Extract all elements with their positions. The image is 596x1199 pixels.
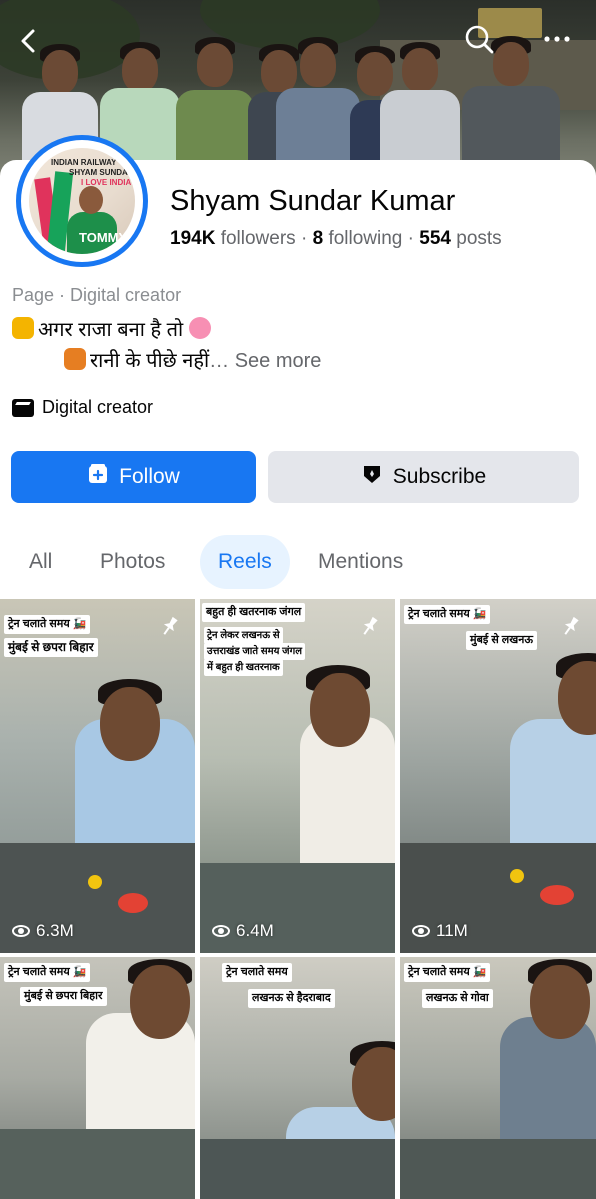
tab-mentions[interactable]: Mentions (300, 535, 421, 589)
reel-tile[interactable]: ट्रेन चलाते समय 🚂 मुंबई से छपरा बिहार (0, 957, 195, 1199)
posts-label: posts (456, 228, 502, 249)
see-more-link[interactable]: … See more (209, 350, 321, 372)
shrug-emoji-icon (64, 348, 86, 370)
follow-button[interactable]: Follow (11, 451, 256, 503)
tab-all[interactable]: All (11, 535, 70, 589)
clapperboard-icon (12, 398, 34, 417)
follow-plus-icon (87, 463, 109, 491)
reel-caption: ट्रेन चलाते समय 🚂 (404, 605, 491, 624)
avatar-person-head (79, 186, 103, 214)
reel-tile[interactable]: ट्रेन चलाते समय लखनऊ से हैदराबाद (200, 957, 395, 1199)
reel-caption: ट्रेन चलाते समय 🚂 (4, 615, 91, 634)
reel-views: 11M (412, 921, 468, 941)
following-count[interactable]: 8 (313, 228, 324, 249)
reel-caption: ट्रेन लेकर लखनऊ से (204, 627, 283, 644)
reel-tile[interactable]: ट्रेन चलाते समय 🚂 लखनऊ से गोवा (400, 957, 596, 1199)
eye-icon (412, 925, 430, 937)
eye-icon (212, 925, 230, 937)
reel-caption: लखनऊ से गोवा (422, 989, 493, 1008)
avatar-image: INDIAN RAILWAY SHYAM SUNDAR I LOVE INDIA… (29, 148, 135, 254)
content-tabs: All Photos Reels Mentions (0, 535, 596, 589)
more-horizontal-icon[interactable] (540, 22, 574, 56)
page-category: Page · Digital creator (12, 285, 182, 305)
avatar-text: SHYAM SUNDAR (69, 168, 134, 177)
creator-category-label: Digital creator (42, 397, 154, 417)
posts-count: 554 (419, 228, 451, 249)
follow-label: Follow (119, 465, 180, 488)
stat-separator: · (295, 228, 313, 249)
reel-caption: ट्रेन चलाते समय 🚂 (4, 963, 91, 982)
reel-views: 6.4M (212, 921, 274, 941)
reel-views: 6.3M (12, 921, 74, 941)
reel-tile[interactable]: बहुत ही खतरनाक जंगल ट्रेन लेकर लखनऊ से उ… (200, 599, 395, 953)
eye-icon (12, 925, 30, 937)
following-label[interactable]: following (328, 228, 402, 249)
followers-label[interactable]: followers (221, 228, 296, 249)
reel-tile[interactable]: ट्रेन चलाते समय 🚂 मुंबई से छपरा बिहार 6.… (0, 599, 195, 953)
subscribe-button[interactable]: Subscribe (268, 451, 579, 503)
reel-caption: मुंबई से छपरा बिहार (20, 987, 107, 1006)
reel-caption: उत्तराखंड जाते समय जंगल (204, 643, 306, 660)
reel-caption: में बहुत ही खतरनाक (204, 659, 283, 676)
reel-caption: ट्रेन चलाते समय (222, 963, 292, 982)
reel-caption: बहुत ही खतरनाक जंगल (202, 603, 306, 622)
bio-text-1: अगर राजा बना है तो (38, 319, 184, 341)
tab-photos[interactable]: Photos (82, 535, 183, 589)
reel-tile[interactable]: ट्रेन चलाते समय 🚂 मुंबई से लखनऊ 11M (400, 599, 596, 953)
reel-caption: मुंबई से लखनऊ (466, 631, 538, 650)
stat-separator: · (402, 228, 420, 249)
back-chevron-icon[interactable] (12, 24, 46, 58)
profile-name: Shyam Sundar Kumar (170, 185, 456, 217)
bio-line-2: रानी के पीछे नहीं… See more (64, 346, 321, 373)
bio-line-1: अगर राजा बना है तो (12, 315, 215, 342)
followers-count[interactable]: 194K (170, 228, 215, 249)
bio-text-2: रानी के पीछे नहीं (90, 350, 210, 372)
raising-hand-emoji-icon (12, 317, 34, 339)
subscribe-shield-icon (361, 463, 383, 491)
avatar-text: I LOVE INDIA (81, 178, 132, 187)
tab-reels[interactable]: Reels (200, 535, 290, 589)
search-icon[interactable] (462, 22, 496, 56)
avatar-text: INDIAN RAILWAY (51, 158, 117, 167)
subscribe-label: Subscribe (392, 465, 487, 488)
hearts-emoji-icon (188, 317, 211, 339)
profile-stats: 194K followers · 8 following · 554 posts (170, 228, 502, 250)
reel-caption: मुंबई से छपरा बिहार (4, 638, 98, 657)
reel-caption: लखनऊ से हैदराबाद (248, 989, 335, 1008)
avatar-text: TOMMY (79, 230, 128, 245)
reel-caption: ट्रेन चलाते समय 🚂 (404, 963, 491, 982)
creator-category-row: Digital creator (12, 397, 153, 418)
profile-avatar[interactable]: INDIAN RAILWAY SHYAM SUNDAR I LOVE INDIA… (16, 135, 148, 267)
